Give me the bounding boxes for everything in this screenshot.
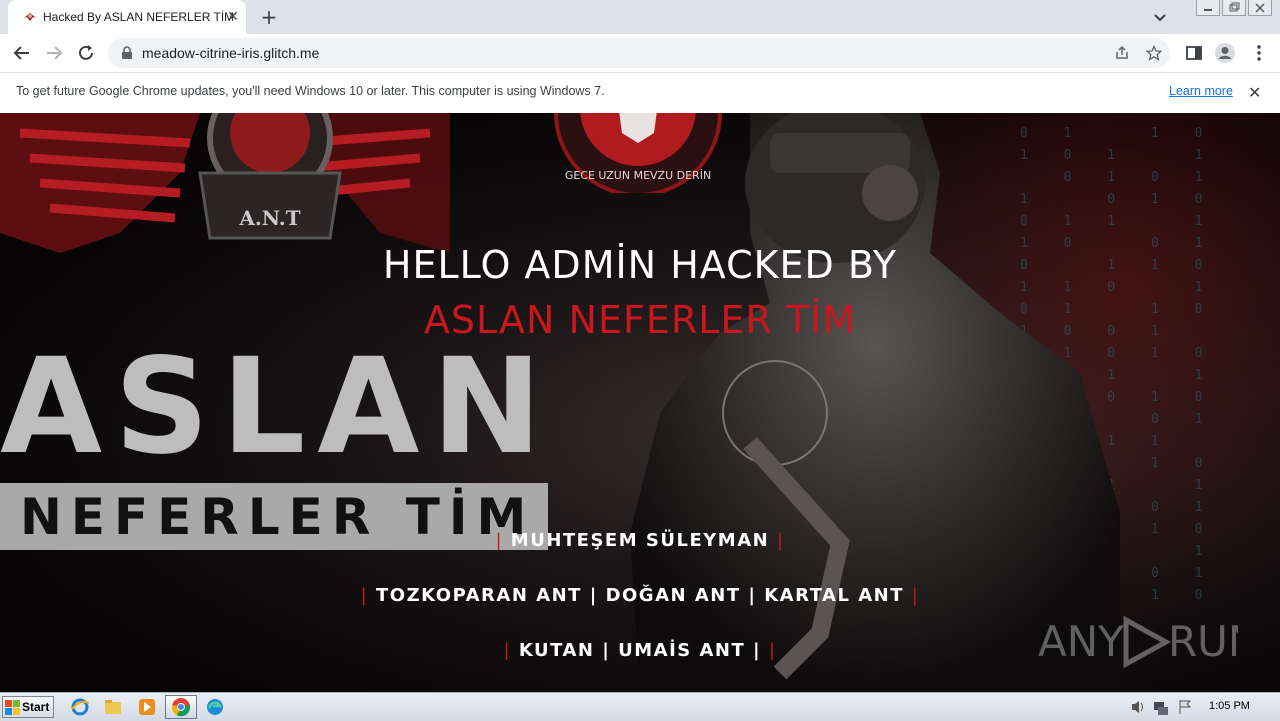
media-player-icon[interactable] [137, 697, 157, 717]
logo-text: A.N.T [238, 206, 300, 230]
browser-toolbar: meadow-citrine-iris.glitch.me [0, 34, 1280, 73]
url-text[interactable]: meadow-citrine-iris.glitch.me [142, 45, 319, 61]
lock-icon[interactable] [120, 46, 134, 60]
volume-icon[interactable] [1132, 701, 1143, 713]
team-line-3-text: KUTAN | UMAİS ANT | [518, 640, 762, 661]
share-icon[interactable] [1114, 45, 1130, 61]
team-line-2: | TOZKOPARAN ANT | DOĞAN ANT | KARTAL AN… [0, 585, 1280, 606]
kebab-menu-icon[interactable] [1248, 42, 1270, 64]
lion-badge-logo: GECE UZUN MEVZU DERİN [554, 113, 722, 193]
anyrun-watermark: ANY RUN [1038, 615, 1238, 669]
windows-taskbar: Start 1:05 PM [0, 692, 1280, 721]
tab-strip: Hacked By ASLAN NEFERLER TİM ✕ + [0, 0, 1280, 34]
restore-icon [1229, 2, 1240, 12]
start-button[interactable]: Start [2, 696, 54, 718]
window-controls [1194, 0, 1272, 20]
close-window-button[interactable] [1248, 0, 1272, 16]
pipe-red: | [776, 530, 785, 551]
team-line-1-text: MUHTEŞEM SÜLEYMAN [510, 530, 770, 551]
team-line-1: | MUHTEŞEM SÜLEYMAN | [0, 530, 1280, 551]
chevron-down-icon[interactable] [1151, 8, 1169, 26]
clock[interactable]: 1:05 PM [1209, 700, 1250, 712]
reload-icon[interactable] [74, 42, 98, 64]
infobar-message: To get future Google Chrome updates, you… [16, 84, 605, 98]
watermark-text: ANY [1038, 617, 1124, 666]
restore-button[interactable] [1222, 0, 1246, 16]
badge-text: GECE UZUN MEVZU DERİN [565, 169, 711, 182]
headline-red: ASLAN NEFERLER TİM [423, 298, 857, 342]
pipe-red: | [495, 530, 504, 551]
lion-favicon-icon [24, 13, 36, 21]
forward-arrow-icon[interactable] [42, 42, 66, 64]
update-infobar: To get future Google Chrome updates, you… [0, 73, 1280, 114]
chrome-icon [171, 698, 191, 717]
new-tab-button[interactable]: + [258, 6, 280, 28]
system-tray [1132, 700, 1192, 715]
chrome-taskbar-button[interactable] [165, 695, 197, 719]
minimize-icon [1204, 9, 1212, 11]
start-label: Start [22, 700, 50, 714]
watermark-text: RUN [1168, 617, 1238, 666]
explorer-icon[interactable] [103, 697, 123, 717]
address-bar[interactable]: meadow-citrine-iris.glitch.me [108, 38, 1170, 68]
pipe-red: | [911, 585, 920, 606]
close-icon [1255, 3, 1265, 13]
edge-icon[interactable] [205, 697, 225, 717]
windows-logo-icon [5, 700, 20, 715]
network-icon[interactable] [1154, 702, 1168, 715]
back-arrow-icon[interactable] [10, 42, 34, 64]
background-word-aslan: ASLAN [0, 330, 554, 484]
browser-tab[interactable]: Hacked By ASLAN NEFERLER TİM ✕ [8, 0, 246, 34]
action-center-flag-icon[interactable] [1179, 700, 1192, 714]
tab-close-icon[interactable]: ✕ [224, 8, 242, 26]
pipe-red: | [503, 640, 512, 661]
ie-icon[interactable] [70, 697, 90, 717]
learn-more-link[interactable]: Learn more [1169, 84, 1233, 98]
defacement-page: 0 1 1 0 1 0 1 1 0 1 0 1 1 0 1 0 0 1 1 1 … [0, 113, 1280, 692]
play-icon [1123, 615, 1172, 669]
minimize-button[interactable] [1196, 0, 1220, 16]
pipe-red: | [768, 640, 777, 661]
profile-avatar-icon[interactable] [1214, 42, 1236, 64]
infobar-close-icon[interactable]: ✕ [1248, 83, 1261, 102]
headline-white: HELLO ADMİN HACKED BY [382, 243, 898, 287]
side-panel-icon[interactable] [1183, 42, 1205, 64]
ant-winged-logo: A.N.T [0, 113, 450, 253]
pipe-red: | [360, 585, 369, 606]
bookmark-star-icon[interactable] [1146, 45, 1162, 61]
team-line-2-text: TOZKOPARAN ANT | DOĞAN ANT | KARTAL ANT [376, 585, 904, 606]
tab-title: Hacked By ASLAN NEFERLER TİM [43, 10, 235, 24]
